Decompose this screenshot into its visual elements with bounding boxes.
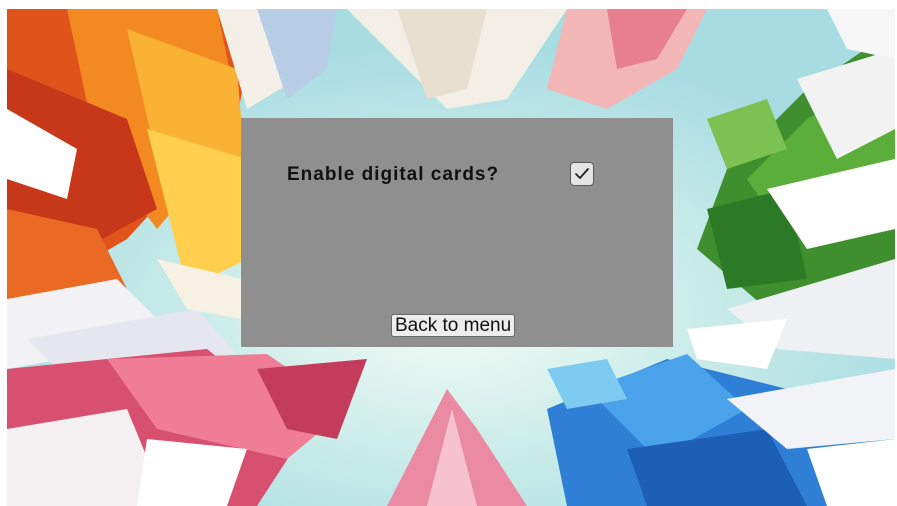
digital-cards-checkbox[interactable]	[570, 162, 594, 186]
checkmark-icon	[575, 168, 589, 179]
digital-cards-label: Enable digital cards?	[287, 164, 500, 185]
settings-panel: Enable digital cards? Back to menu	[241, 118, 673, 347]
game-screen: Enable digital cards? Back to menu	[7, 9, 895, 506]
back-to-menu-button[interactable]: Back to menu	[391, 314, 516, 337]
